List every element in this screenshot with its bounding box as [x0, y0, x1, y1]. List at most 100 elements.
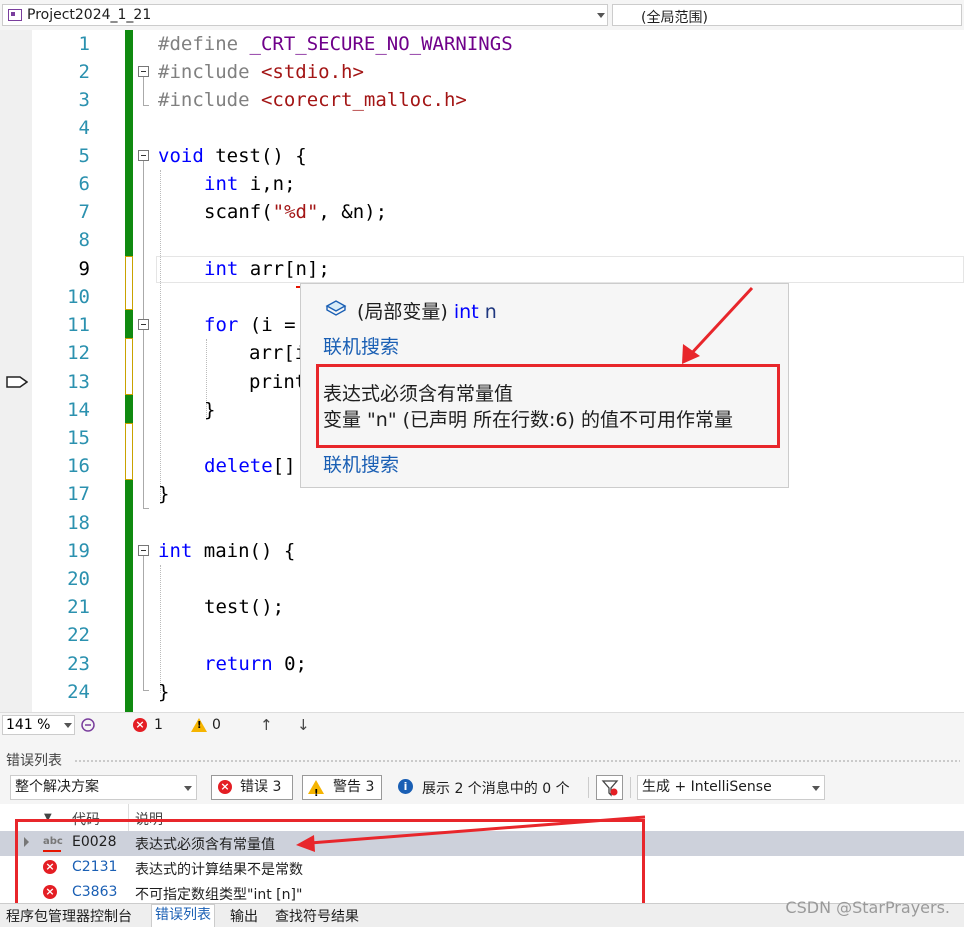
- annotation-highlight-box: [15, 819, 645, 908]
- indent-guide: [160, 170, 161, 500]
- warnings-filter-button[interactable]: 警告 3: [302, 775, 382, 805]
- project-name: Project2024_1_21: [27, 7, 152, 23]
- error-icon: ×: [218, 780, 232, 794]
- zoom-level: 141 %: [6, 717, 51, 733]
- collapse-for-button[interactable]: [138, 319, 149, 330]
- info-icon: i: [398, 779, 413, 794]
- change-indicator-unsaved: [125, 256, 133, 310]
- panel-grip[interactable]: [74, 759, 960, 763]
- variable-signature: (局部变量) int n: [357, 301, 497, 323]
- indicator-margin[interactable]: [0, 30, 32, 712]
- line-number: 2: [78, 61, 90, 83]
- line-number: 12: [67, 342, 90, 364]
- change-indicator: [125, 480, 133, 712]
- line-number: 22: [67, 624, 90, 646]
- chevron-down-icon: [597, 13, 605, 18]
- scope-dropdown[interactable]: (全局范围): [612, 4, 962, 26]
- tab-error-list[interactable]: 错误列表: [151, 904, 215, 927]
- scope-label: (全局范围): [641, 10, 708, 26]
- panel-title: 错误列表: [6, 753, 62, 769]
- online-search-link[interactable]: 联机搜索: [323, 450, 399, 477]
- indent-guide: [160, 565, 161, 693]
- code-line-12: arr[i: [249, 342, 307, 364]
- code-line-24: }: [158, 681, 170, 703]
- line-number: 6: [78, 173, 90, 195]
- code-line-23: return 0;: [204, 653, 307, 675]
- error-count: 1: [154, 717, 163, 733]
- change-indicator: [125, 395, 133, 423]
- code-line-16: delete[]: [204, 455, 296, 477]
- local-variable-icon: [325, 300, 347, 316]
- line-number: 13: [67, 371, 90, 393]
- errors-filter-button[interactable]: × 错误 3: [211, 775, 293, 800]
- tab-package-manager-console[interactable]: 程序包管理器控制台: [6, 906, 132, 926]
- line-number: 19: [67, 540, 90, 562]
- fold-end: [143, 508, 149, 509]
- fold-end: [143, 105, 149, 106]
- line-number: 4: [78, 117, 90, 139]
- filter-icon: [601, 780, 619, 797]
- build-source-dropdown[interactable]: 生成 + IntelliSense: [637, 775, 825, 800]
- separator: [588, 777, 589, 798]
- scope-filter-dropdown[interactable]: 整个解决方案: [10, 775, 197, 800]
- line-number: 14: [67, 399, 90, 421]
- tab-find-symbol-results[interactable]: 查找符号结果: [275, 906, 359, 926]
- tab-output[interactable]: 输出: [230, 906, 258, 926]
- line-number: 7: [78, 201, 90, 223]
- code-line-17: }: [158, 483, 170, 505]
- filter-button[interactable]: [596, 775, 623, 800]
- line-number: 17: [67, 483, 90, 505]
- change-indicator: [125, 310, 133, 338]
- line-number: 8: [78, 229, 90, 251]
- code-line-6: int i,n;: [204, 173, 296, 195]
- warning-count-icon[interactable]: [191, 718, 207, 732]
- code-line-13: print: [249, 371, 307, 393]
- line-number: 20: [67, 568, 90, 590]
- line-number: 5: [78, 145, 90, 167]
- warning-icon: [308, 780, 324, 805]
- watermark: CSDN @StarPrayers.: [785, 898, 950, 917]
- fold-line: [143, 556, 144, 690]
- code-line-9: int arr[n];: [204, 258, 330, 280]
- fold-line: [143, 161, 144, 508]
- code-line-5: void test() {: [158, 145, 307, 167]
- previous-issue-icon[interactable]: ↑: [260, 716, 273, 734]
- collapse-function-test-button[interactable]: [138, 150, 149, 161]
- change-indicator-unsaved: [125, 423, 133, 480]
- code-line-19: int main() {: [158, 540, 296, 562]
- next-issue-icon[interactable]: ↓: [297, 716, 310, 734]
- collapse-function-main-button[interactable]: [138, 545, 149, 556]
- editor-status-bar: 141 % × 1 0 ↑ ↓: [0, 712, 964, 737]
- line-number: 11: [67, 314, 90, 336]
- line-number: 15: [67, 427, 90, 449]
- code-line-14: }: [204, 399, 216, 421]
- code-line-7: scanf("%d", &n);: [204, 201, 388, 223]
- project-dropdown[interactable]: Project2024_1_21: [2, 4, 608, 26]
- online-search-link[interactable]: 联机搜索: [323, 332, 399, 359]
- chevron-down-icon: [812, 786, 820, 791]
- line-number: 9: [78, 258, 90, 280]
- annotation-highlight-box: [316, 364, 780, 448]
- line-number: 24: [67, 681, 90, 703]
- line-number: 21: [67, 596, 90, 618]
- error-count-icon[interactable]: ×: [133, 718, 147, 732]
- code-line-21: test();: [204, 596, 285, 618]
- code-line-2: #include <stdio.h>: [158, 61, 364, 83]
- navigation-bar: Project2024_1_21 (全局范围): [0, 0, 964, 31]
- code-cleanup-icon[interactable]: [80, 717, 96, 733]
- line-number: 16: [67, 455, 90, 477]
- code-line-3: #include <corecrt_malloc.h>: [158, 89, 467, 111]
- line-number: 18: [67, 512, 90, 534]
- change-indicator: [125, 30, 133, 256]
- code-line-11: for (i =: [204, 314, 296, 336]
- chevron-down-icon: [64, 723, 72, 728]
- warning-count: 0: [212, 717, 221, 733]
- chevron-down-icon: [184, 786, 192, 791]
- separator: [630, 777, 631, 798]
- code-line-1: #define _CRT_SECURE_NO_WARNINGS: [158, 33, 513, 55]
- collapse-include-button[interactable]: [138, 66, 149, 77]
- messages-filter-button[interactable]: i 展示 2 个消息中的 0 个: [392, 775, 584, 800]
- project-icon: [8, 9, 22, 21]
- change-indicator-unsaved: [125, 338, 133, 395]
- fold-line: [143, 77, 144, 105]
